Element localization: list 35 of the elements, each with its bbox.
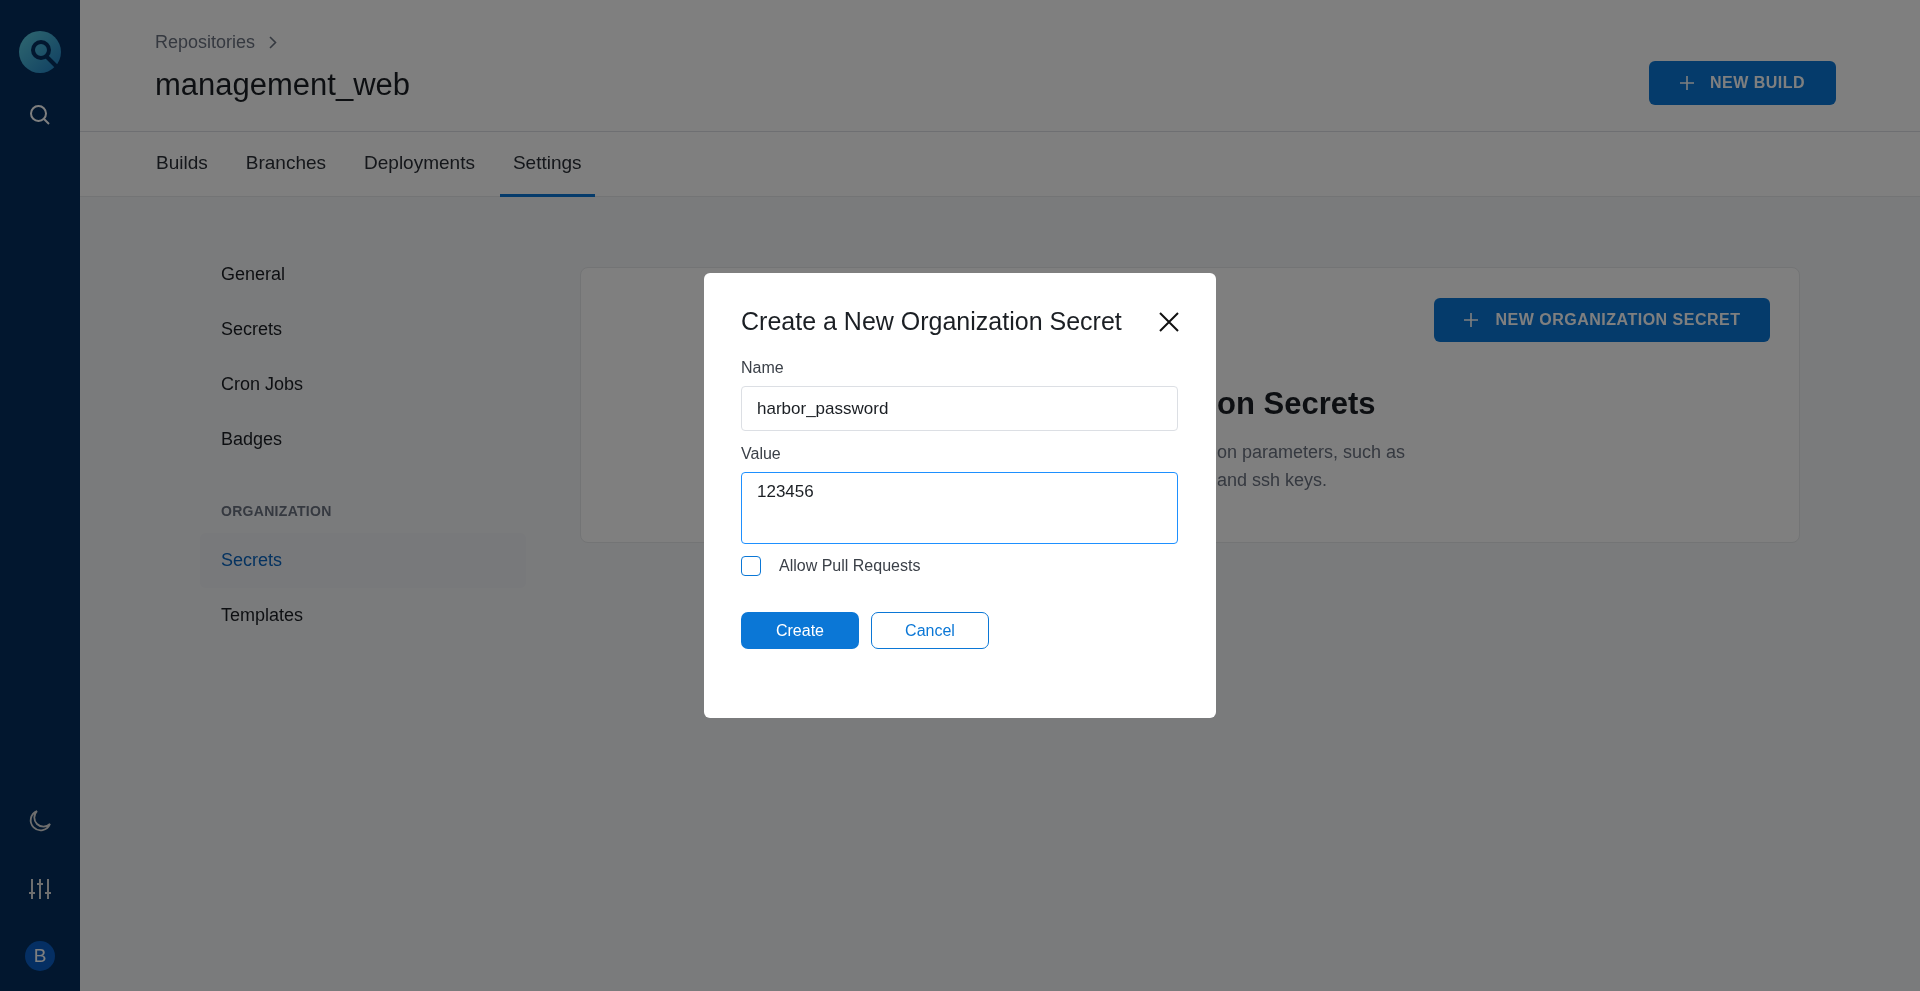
moon-icon[interactable] — [28, 809, 52, 833]
settings-nav-item[interactable]: Cron Jobs — [200, 357, 526, 412]
breadcrumb-link[interactable]: Repositories — [155, 32, 256, 53]
settings-nav-item[interactable]: Secrets — [200, 302, 526, 357]
name-field[interactable]: harbor_password — [741, 386, 1178, 431]
new-organization-secret-button[interactable]: NEW ORGANIZATION SECRET — [1434, 298, 1770, 342]
settings-nav-item[interactable]: General — [200, 247, 526, 302]
user-avatar[interactable]: B — [25, 941, 55, 971]
tab[interactable]: Settings — [499, 132, 595, 197]
settings-nav-item[interactable]: Templates — [200, 588, 526, 643]
page-title: management_web — [155, 67, 411, 103]
create-button[interactable]: Create — [741, 612, 859, 649]
plus-icon — [1679, 76, 1694, 90]
tab[interactable]: Builds — [143, 132, 221, 197]
value-field[interactable]: 123456 — [741, 472, 1178, 544]
tab[interactable]: Deployments — [351, 132, 488, 197]
checkbox[interactable] — [741, 556, 761, 576]
close-icon[interactable] — [1159, 311, 1179, 332]
empty-state-description: on parameters, such as — [1217, 441, 1406, 464]
dialog-title: Create a New Organization Secret — [741, 307, 1122, 336]
checkbox-label: Allow Pull Requests — [779, 557, 921, 575]
tab[interactable]: Branches — [232, 132, 340, 197]
settings-nav-item[interactable]: Badges — [200, 412, 526, 467]
empty-state-heading: on Secrets — [1217, 386, 1377, 422]
field-label: Value — [741, 445, 782, 463]
new-build-button[interactable]: NEW BUILD — [1649, 61, 1836, 105]
field-label: Name — [741, 359, 785, 377]
cancel-button[interactable]: Cancel — [871, 612, 989, 649]
plus-icon — [1463, 313, 1478, 327]
empty-state-description: and ssh keys. — [1217, 469, 1329, 492]
chevron-right-icon — [269, 36, 278, 49]
search-icon[interactable] — [29, 104, 51, 126]
logo-icon[interactable] — [18, 30, 62, 74]
section-heading: ORGANIZATION — [220, 502, 333, 521]
sliders-icon[interactable] — [28, 877, 52, 901]
